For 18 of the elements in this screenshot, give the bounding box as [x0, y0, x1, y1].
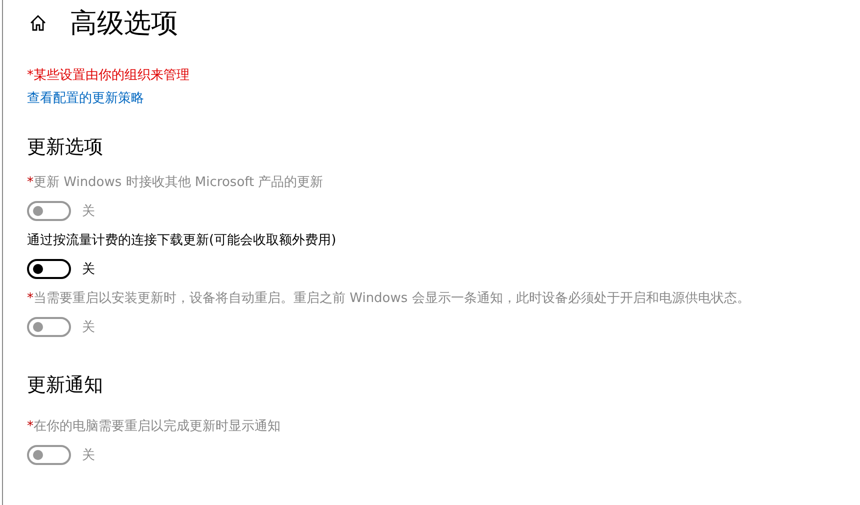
- toggle-state-label: 关: [82, 261, 95, 278]
- managed-marker: *: [27, 418, 34, 436]
- toggle-state-label: 关: [82, 447, 95, 464]
- setting-label: 当需要重启以安装更新时，设备将自动重启。重启之前 Windows 会显示一条通知，此时设备必须处于开启和电源供电状态。: [34, 290, 750, 308]
- setting-label: 更新 Windows 时接收其他 Microsoft 产品的更新: [34, 174, 324, 192]
- managed-marker: *: [27, 290, 34, 308]
- section-heading: 更新选项: [27, 135, 104, 160]
- toggle-state-label: 关: [82, 319, 95, 336]
- setting-label: 通过按流量计费的连接下载更新(可能会收取额外费用): [27, 232, 336, 250]
- managed-notice: *某些设置由你的组织来管理: [27, 67, 190, 85]
- home-icon[interactable]: [28, 13, 48, 33]
- section-heading: 更新通知: [27, 373, 104, 398]
- toggle-state-label: 关: [82, 203, 95, 220]
- toggle-switch[interactable]: [27, 259, 71, 279]
- page-title: 高级选项: [70, 7, 178, 41]
- policy-link[interactable]: 查看配置的更新策略: [27, 89, 144, 109]
- managed-marker: *: [27, 174, 34, 192]
- setting-label: 在你的电脑需要重启以完成更新时显示通知: [34, 418, 280, 436]
